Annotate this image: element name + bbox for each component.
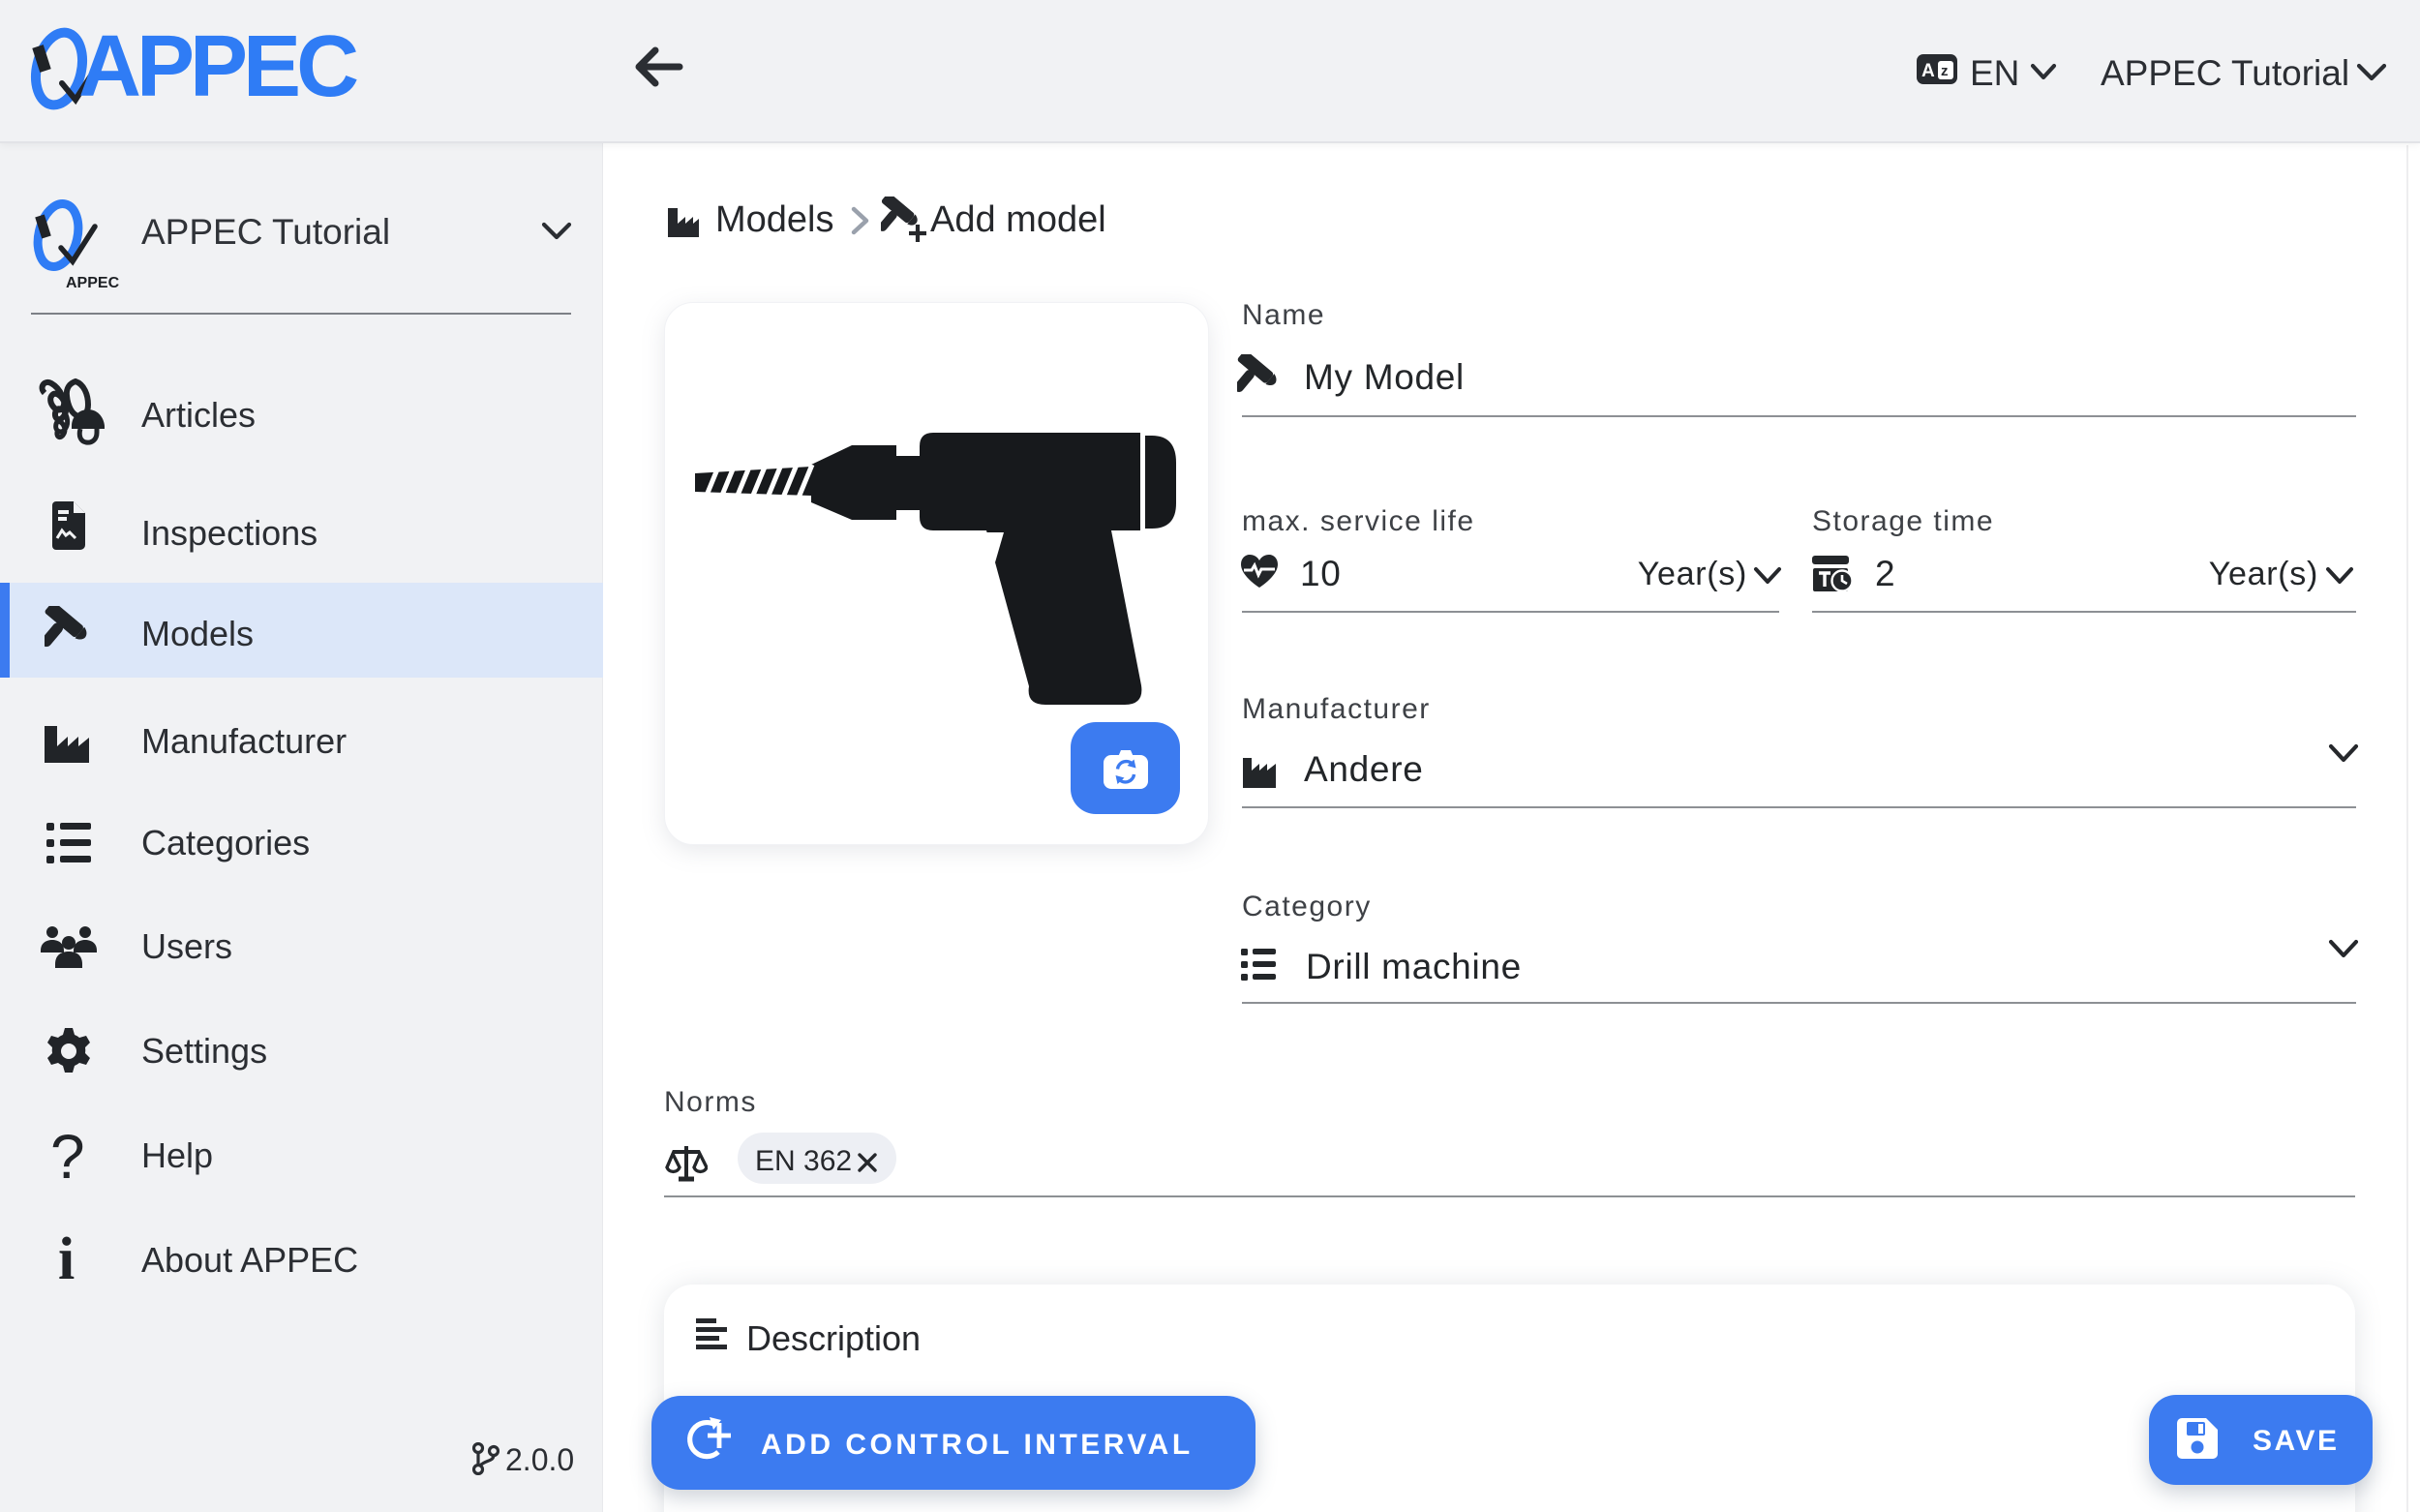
svg-text:A: A — [1921, 61, 1935, 81]
svg-text:z: z — [1941, 63, 1949, 79]
